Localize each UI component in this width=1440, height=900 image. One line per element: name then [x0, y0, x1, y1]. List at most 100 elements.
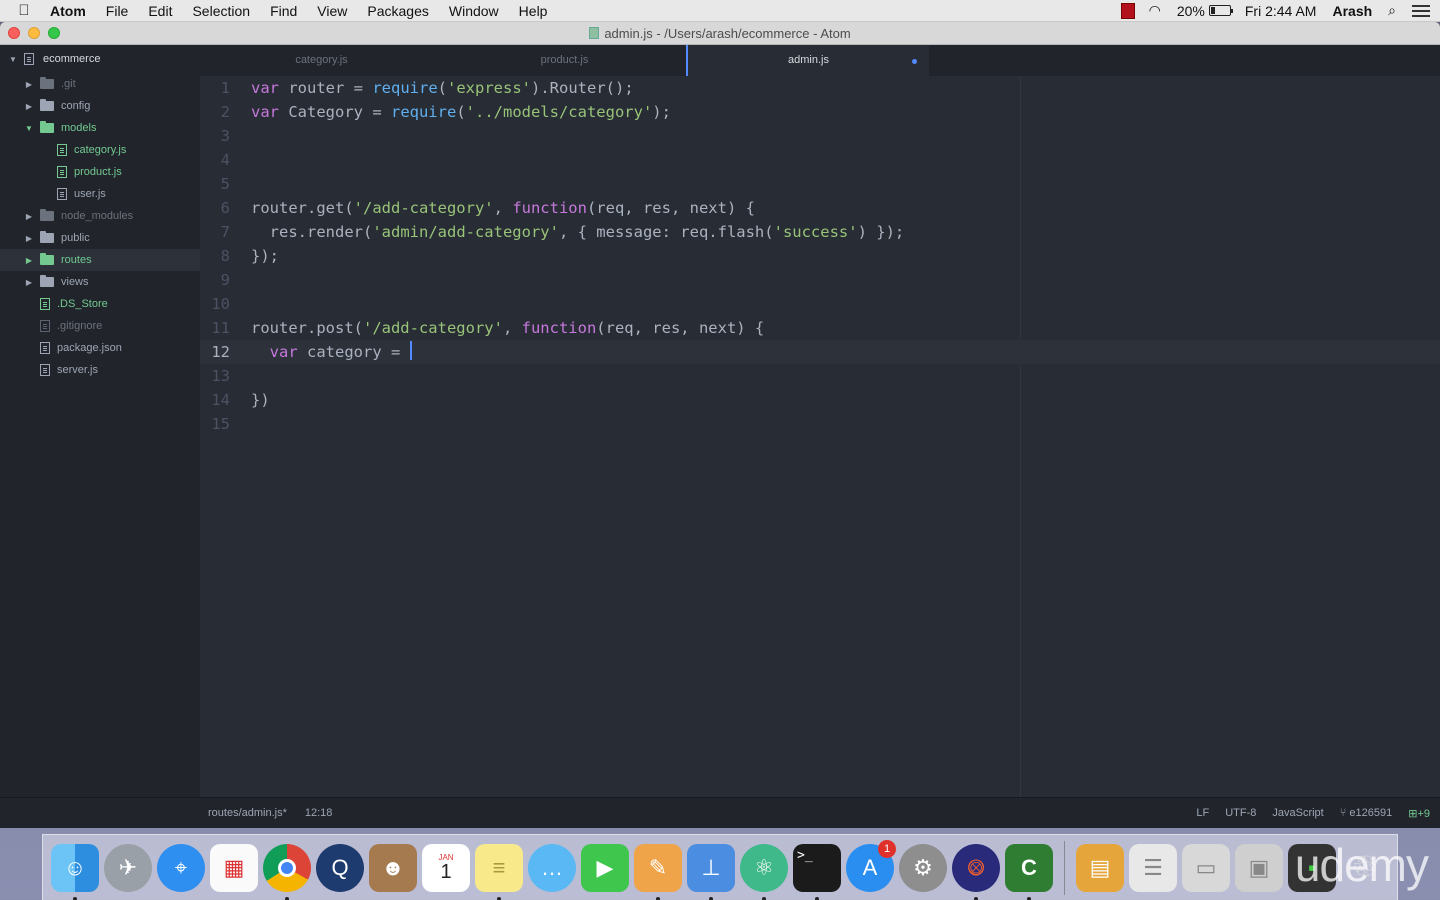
notification-center-icon[interactable]	[1412, 4, 1430, 17]
line-number[interactable]: 4	[200, 148, 230, 172]
battery-icon[interactable]	[1208, 5, 1233, 16]
git-branch[interactable]: ⑂ e126591	[1340, 807, 1393, 819]
code-line[interactable]: 12 var category =	[200, 340, 1440, 364]
line-number[interactable]: 12	[200, 340, 230, 364]
line-number[interactable]: 5	[200, 172, 230, 196]
git-branch-icon: ⑂	[1339, 807, 1347, 819]
tree-item-gitignore[interactable]: .gitignore	[0, 315, 200, 337]
tree-item-category-js[interactable]: category.js	[0, 139, 200, 161]
calendar-icon[interactable]: JAN 1	[422, 843, 470, 892]
tree-item-package-json[interactable]: package.json	[0, 337, 200, 359]
apple-menu-icon[interactable]: 	[0, 2, 40, 19]
terminal-icon[interactable]: >_	[793, 843, 841, 900]
camtasia-icon[interactable]: C	[1005, 843, 1053, 900]
code-line[interactable]: 2 var Category = require('../models/categ…	[200, 100, 1440, 124]
quicktime-icon[interactable]: Q	[316, 843, 364, 892]
launcher-grid-icon[interactable]: ▦	[210, 843, 258, 892]
code-editor[interactable]: 1 var router = require('express').Router(…	[200, 76, 1440, 797]
line-number[interactable]: 14	[200, 388, 230, 412]
app-store-icon[interactable]: A1	[846, 839, 896, 892]
cursor-position[interactable]: 12:18	[305, 807, 333, 819]
window-thumbnail-icon[interactable]: ▣	[1235, 843, 1283, 892]
documents-stack-icon[interactable]: ☰	[1129, 843, 1177, 892]
tab-admin-js[interactable]: admin.js	[686, 45, 929, 76]
launchpad-icon[interactable]: ✈	[104, 843, 152, 892]
line-number[interactable]: 6	[200, 196, 230, 220]
menu-help[interactable]: Help	[509, 0, 558, 22]
spotlight-search-icon[interactable]: ⌕	[1380, 2, 1404, 19]
code-token: require	[390, 103, 457, 121]
line-number[interactable]: 10	[200, 292, 230, 316]
code-line[interactable]: 7 res.render('admin/add-category', { mes…	[200, 220, 1440, 244]
file-path[interactable]: routes/admin.js*	[208, 807, 287, 819]
code-line[interactable]: 3	[200, 124, 1440, 148]
wifi-icon[interactable]: ◠	[1141, 2, 1169, 19]
code-line[interactable]: 11 router.post('/add-category', function(…	[200, 316, 1440, 340]
code-line[interactable]: 1 var router = require('express').Router(…	[200, 76, 1440, 100]
code-line[interactable]: 13	[200, 364, 1440, 388]
line-number[interactable]: 8	[200, 244, 230, 268]
code-line[interactable]: 6 router.get('/add-category', function(re…	[200, 196, 1440, 220]
tree-item-views[interactable]: ▶ views	[0, 271, 200, 293]
project-root[interactable]: ▼ ecommerce	[0, 45, 200, 73]
tree-item-routes[interactable]: ▶ routes	[0, 249, 200, 271]
user-name[interactable]: Arash	[1324, 3, 1380, 19]
modified-indicator-icon[interactable]	[912, 59, 917, 64]
grammar-selector[interactable]: JavaScript	[1272, 807, 1323, 819]
pages-icon[interactable]: ✎	[634, 843, 682, 900]
tree-item-models[interactable]: ▼ models	[0, 117, 200, 139]
tree-item-ds-store[interactable]: .DS_Store	[0, 293, 200, 315]
code-line[interactable]: 15	[200, 412, 1440, 436]
audacity-icon[interactable]: ⨷	[952, 843, 1000, 900]
menu-window[interactable]: Window	[439, 0, 509, 22]
code-line[interactable]: 4	[200, 148, 1440, 172]
tab-product-js[interactable]: product.js	[443, 45, 686, 76]
line-number[interactable]: 3	[200, 124, 230, 148]
keynote-icon[interactable]: ⊥	[687, 843, 735, 900]
menu-packages[interactable]: Packages	[357, 0, 438, 22]
line-number[interactable]: 2	[200, 100, 230, 124]
tree-item-config[interactable]: ▶ config	[0, 95, 200, 117]
git-diff-added[interactable]: ⊞+9	[1408, 807, 1430, 820]
line-number[interactable]: 13	[200, 364, 230, 388]
code-line[interactable]: 14})	[200, 388, 1440, 412]
clock[interactable]: Fri 2:44 AM	[1231, 3, 1325, 19]
menu-atom[interactable]: Atom	[40, 0, 96, 22]
battery-percent[interactable]: 20%	[1169, 3, 1205, 19]
atom-icon[interactable]: ⚛	[740, 843, 788, 900]
line-number[interactable]: 7	[200, 220, 230, 244]
menu-selection[interactable]: Selection	[182, 0, 260, 22]
finder-icon[interactable]: ☺	[51, 843, 99, 900]
menu-find[interactable]: Find	[260, 0, 307, 22]
chrome-icon[interactable]	[263, 843, 311, 900]
line-number[interactable]: 9	[200, 268, 230, 292]
menu-view[interactable]: View	[307, 0, 357, 22]
contacts-icon[interactable]: ☻	[369, 843, 417, 892]
notes-icon[interactable]: ≡	[475, 843, 523, 900]
line-number[interactable]: 15	[200, 412, 230, 436]
tree-item-node-modules[interactable]: ▶ node_modules	[0, 205, 200, 227]
code-line[interactable]: 9	[200, 268, 1440, 292]
tab-category-js[interactable]: category.js	[200, 45, 443, 76]
line-number[interactable]: 11	[200, 316, 230, 340]
tree-item-git[interactable]: ▶ .git	[0, 73, 200, 95]
line-ending-selector[interactable]: LF	[1196, 807, 1209, 819]
code-line[interactable]: 10	[200, 292, 1440, 316]
encoding-selector[interactable]: UTF-8	[1225, 807, 1256, 819]
recording-icon[interactable]	[1120, 2, 1135, 19]
code-line[interactable]: 5	[200, 172, 1440, 196]
menu-edit[interactable]: Edit	[138, 0, 182, 22]
safari-icon[interactable]: ⌖	[157, 843, 205, 892]
tree-item-user-js[interactable]: user.js	[0, 183, 200, 205]
code-line[interactable]: 8});	[200, 244, 1440, 268]
archive-icon[interactable]: ▤	[1076, 843, 1124, 892]
tree-item-server-js[interactable]: server.js	[0, 359, 200, 381]
tree-item-product-js[interactable]: product.js	[0, 161, 200, 183]
chrome-window-icon[interactable]: ▭	[1182, 843, 1230, 892]
messages-icon[interactable]: …	[528, 843, 576, 892]
tree-item-public[interactable]: ▶ public	[0, 227, 200, 249]
facetime-icon[interactable]: ▶	[581, 843, 629, 892]
system-preferences-icon[interactable]: ⚙	[899, 843, 947, 892]
menu-file[interactable]: File	[96, 0, 139, 22]
line-number[interactable]: 1	[200, 76, 230, 100]
